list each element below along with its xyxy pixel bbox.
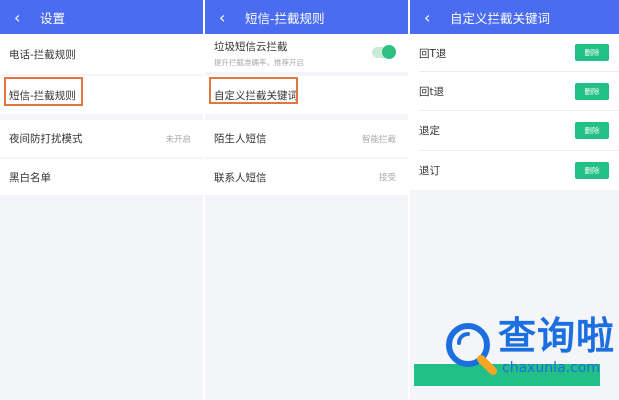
menu-item-label: 夜间防打扰模式 xyxy=(9,133,83,145)
custom-keywords-header: ‹ 自定义拦截关键词 xyxy=(410,0,619,34)
settings-header: ‹ 设置 xyxy=(0,0,203,34)
menu-item-stranger-sms[interactable]: 陌生人短信 智能拦截 xyxy=(205,120,408,157)
page-title: 自定义拦截关键词 xyxy=(450,10,551,26)
keyword-row: 退定 删除 xyxy=(410,111,619,150)
chevron-left-icon[interactable]: ‹ xyxy=(424,8,450,27)
page-title: 短信-拦截规则 xyxy=(245,10,325,26)
cloud-filter-subtitle: 提升拦截准确率，推荐开启 xyxy=(214,57,304,67)
menu-item-blacklist[interactable]: 黑白名单 xyxy=(0,159,203,195)
watermark-name: 查询啦 xyxy=(498,314,616,358)
highlight-box xyxy=(4,77,83,106)
sms-rules-screen: ‹ 短信-拦截规则 垃圾短信云拦截 提升拦截准确率，推荐开启 自定义拦截关键词 … xyxy=(205,0,408,400)
sms-rules-header: ‹ 短信-拦截规则 xyxy=(205,0,408,34)
delete-button[interactable]: 删除 xyxy=(575,162,609,179)
screenshot-collage: ‹ 设置 电话-拦截规则 短信-拦截规则 夜间防打扰模式 未开启 黑白名单 ‹ … xyxy=(0,0,619,400)
chevron-left-icon[interactable]: ‹ xyxy=(219,8,245,27)
cloud-filter-row: 垃圾短信云拦截 提升拦截准确率，推荐开启 xyxy=(205,34,408,72)
menu-item-night-mode[interactable]: 夜间防打扰模式 未开启 xyxy=(0,120,203,157)
keyword-label: 退定 xyxy=(419,125,440,137)
chevron-left-icon[interactable]: ‹ xyxy=(14,8,40,27)
menu-item-label: 联系人短信 xyxy=(214,171,267,184)
cloud-filter-label: 垃圾短信云拦截 xyxy=(214,40,288,53)
keyword-label: 退订 xyxy=(419,165,440,177)
menu-item-value: 智能拦截 xyxy=(361,134,396,145)
page-title: 设置 xyxy=(40,10,66,26)
menu-item-phone-rules[interactable]: 电话-拦截规则 xyxy=(0,34,203,74)
menu-item-value: 未开启 xyxy=(165,134,191,145)
toggle-knob xyxy=(382,45,396,59)
delete-button[interactable]: 删除 xyxy=(575,122,609,139)
settings-screen: ‹ 设置 电话-拦截规则 短信-拦截规则 夜间防打扰模式 未开启 黑白名单 xyxy=(0,0,203,400)
keyword-label: 回T退 xyxy=(419,47,447,60)
keyword-row: 回t退 删除 xyxy=(410,72,619,111)
keyword-row: 回T退 删除 xyxy=(410,34,619,72)
menu-item-label: 电话-拦截规则 xyxy=(9,48,76,61)
watermark-domain: chaxunla.com xyxy=(502,360,600,376)
menu-item-label: 陌生人短信 xyxy=(214,133,267,145)
delete-button[interactable]: 删除 xyxy=(575,83,609,100)
menu-item-contact-sms[interactable]: 联系人短信 接受 xyxy=(205,159,408,195)
keyword-label: 回t退 xyxy=(419,86,445,98)
search-logo-icon xyxy=(446,323,497,375)
delete-button[interactable]: 删除 xyxy=(575,44,609,61)
highlight-box xyxy=(209,77,298,104)
cloud-filter-toggle[interactable] xyxy=(372,45,396,59)
menu-item-label: 黑白名单 xyxy=(9,171,51,184)
keyword-row: 退订 删除 xyxy=(410,151,619,190)
watermark: 查询啦 chaxunla.com xyxy=(440,312,615,382)
menu-item-value: 接受 xyxy=(378,173,396,183)
